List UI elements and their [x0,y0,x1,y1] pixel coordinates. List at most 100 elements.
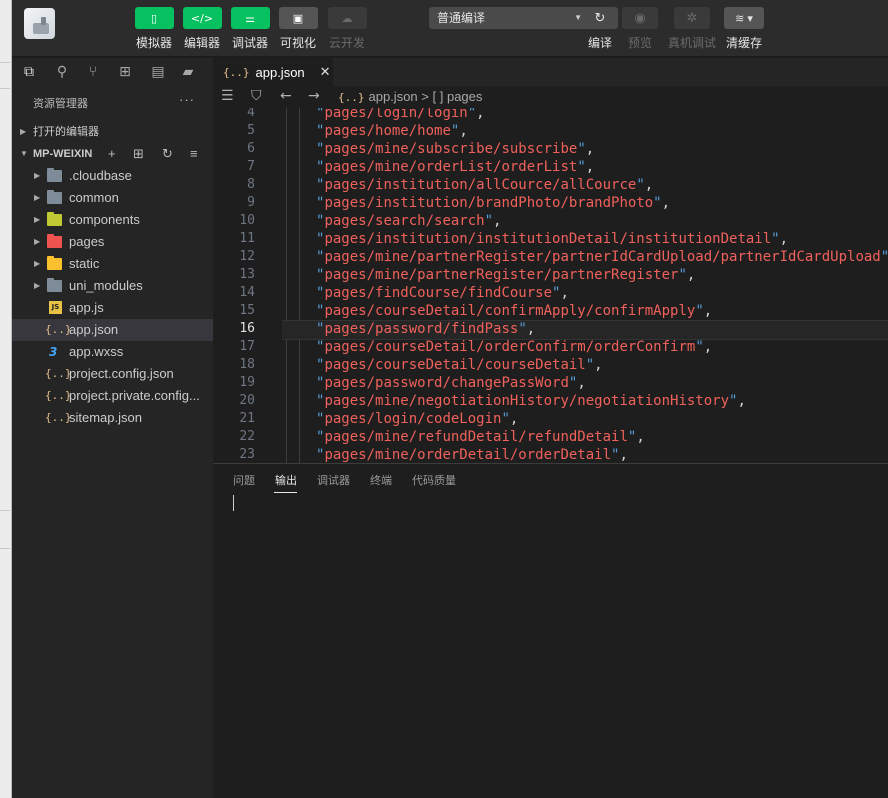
json-file-icon: {..} [45,367,72,380]
tree-item-label: project.private.config... [69,388,200,403]
json-file-icon: {..} [223,65,250,79]
line-number: 19 [239,375,255,390]
tab-code-quality[interactable]: 代码质量 [412,472,456,488]
code-string: pages/institution/brandPhoto/brandPhoto [324,195,654,211]
line-number: 5 [247,123,255,138]
chevron-right-icon: ▶ [34,259,41,268]
simulator-button[interactable]: ▯ 模拟器 [129,7,179,51]
breadcrumb-bar: ☰ ⛉ ← → {..} app.json > [ ] pages [213,86,888,108]
editor-tab-bar: {..} app.json ✕ [213,58,888,86]
tab-output[interactable]: 输出 [275,472,297,488]
code-string: pages/mine/orderDetail/orderDetail [324,447,612,463]
tree-file[interactable]: 3 app.wxss [12,341,213,363]
code-string: pages/courseDetail/orderConfirm/orderCon… [324,339,696,355]
code-line: 15 "pages/courseDetail/confirmApply/confi… [213,302,888,320]
list-icon[interactable]: ☰ [221,88,234,104]
extensions-icon[interactable]: ⊞ [116,63,134,81]
folder-icon [47,234,62,248]
tree-folder[interactable]: ▶ uni_modules [12,275,213,297]
background-window-edge [0,0,12,798]
refresh-icon[interactable]: ↻ [162,143,173,165]
code-editor[interactable]: 4 "pages/login/login", 5 "pages/home/home",… [213,108,888,463]
debugger-button[interactable]: ⚌ 调试器 [225,7,275,51]
code-line: 5 "pages/home/home", [213,122,888,140]
chevron-right-icon: ▶ [34,281,41,290]
code-string: pages/login/login [324,108,468,121]
code-line: 11 "pages/institution/institutionDetail/i… [213,230,888,248]
line-number: 7 [247,159,255,174]
compile-mode-select[interactable]: 普通编译 ▼ [429,7,590,29]
back-arrow-icon[interactable]: ← [280,88,292,104]
tree-file[interactable]: {..} project.private.config... [12,385,213,407]
bookmark-icon[interactable]: ⛉ [251,88,262,104]
open-editors-section[interactable]: ▶ 打开的编辑器 [12,121,213,143]
cloud-icon: ☁ [327,7,367,29]
line-number: 17 [239,339,255,354]
code-string: pages/password/changePassWord [324,375,569,391]
code-string: pages/search/search [324,213,485,229]
line-number: 13 [239,267,255,282]
search-icon[interactable]: ⚲ [53,63,71,81]
close-icon[interactable]: ✕ [320,64,331,80]
more-icon[interactable]: ··· [179,92,195,107]
chevron-right-icon: ▶ [20,127,27,136]
css-file-icon: 3 [49,345,58,359]
user-avatar[interactable] [24,8,55,39]
code-string: pages/mine/negotiationHistory/negotiatio… [324,393,730,409]
folder-icon [47,256,62,270]
editor-button[interactable]: </> 编辑器 [177,7,227,51]
tree-folder[interactable]: ▶ static [12,253,213,275]
text-cursor [233,495,234,511]
line-number: 9 [247,195,255,210]
new-file-icon[interactable]: + [108,143,116,165]
code-string: pages/password/findPass [324,321,519,337]
code-string: pages/mine/partnerRegister/partnerIdCard… [324,249,881,265]
layout-icon: ▣ [278,7,318,29]
phone-icon: ▯ [134,7,174,29]
tree-folder[interactable]: ▶ .cloudbase [12,165,213,187]
tree-file[interactable]: JS app.js [12,297,213,319]
sidebar-title: 资源管理器 [33,98,88,110]
source-control-icon[interactable]: ⑂ [84,63,102,81]
code-string: pages/findCourse/findCourse [324,285,553,301]
new-folder-icon[interactable]: ⊞ [133,143,144,165]
tab-terminal[interactable]: 终端 [370,472,392,488]
clear-cache-button[interactable]: ≋ ▾ 清缓存 [724,7,764,51]
preview-button[interactable]: ◉ 预览 [620,7,660,51]
line-number: 18 [239,357,255,372]
code-line: 7 "pages/mine/orderList/orderList", [213,158,888,176]
storage-icon[interactable]: ▤ [149,63,167,81]
tree-folder[interactable]: ▶ common [12,187,213,209]
collapse-all-icon[interactable]: ≡ [190,143,198,165]
code-line: 10 "pages/search/search", [213,212,888,230]
activity-bar: ⧉ ⚲ ⑂ ⊞ ▤ ▰ [12,58,213,86]
visual-button[interactable]: ▣ 可视化 [273,7,323,51]
code-line: 18 "pages/courseDetail/courseDetail", [213,356,888,374]
code-string: pages/mine/subscribe/subscribe [324,141,578,157]
tree-item-label: common [69,190,119,205]
chevron-down-icon: ▼ [20,149,28,158]
chevron-right-icon: ▶ [34,215,41,224]
project-section[interactable]: ▼ MP-WEIXIN + ⊞ ↻ ≡ [12,143,213,165]
tree-folder[interactable]: ▶ components [12,209,213,231]
tree-file[interactable]: {..} sitemap.json [12,407,213,429]
tree-folder[interactable]: ▶ pages [12,231,213,253]
breadcrumb[interactable]: {..} app.json > [ ] pages [338,89,482,104]
device-debug-button[interactable]: ✲ 真机调试 [668,7,716,51]
code-line: 20 "pages/mine/negotiationHistory/negotia… [213,392,888,410]
line-number: 23 [239,447,255,462]
tab-problems[interactable]: 问题 [233,472,255,488]
tree-item-label: app.json [69,322,119,337]
docker-icon[interactable]: ▰ [179,63,197,81]
tab-app-json[interactable]: {..} app.json ✕ [213,58,333,86]
explorer-icon[interactable]: ⧉ [20,63,38,81]
tree-file[interactable]: {..} app.json [12,319,213,341]
forward-arrow-icon[interactable]: → [308,88,320,104]
tree-item-label: app.wxss [69,344,124,359]
line-number: 15 [239,303,255,318]
tree-file[interactable]: {..} project.config.json [12,363,213,385]
cloud-dev-button[interactable]: ☁ 云开发 [322,7,372,51]
folder-icon [47,278,62,292]
tab-debugger[interactable]: 调试器 [317,472,350,488]
code-line: 12 "pages/mine/partnerRegister/partnerIdC… [213,248,888,266]
